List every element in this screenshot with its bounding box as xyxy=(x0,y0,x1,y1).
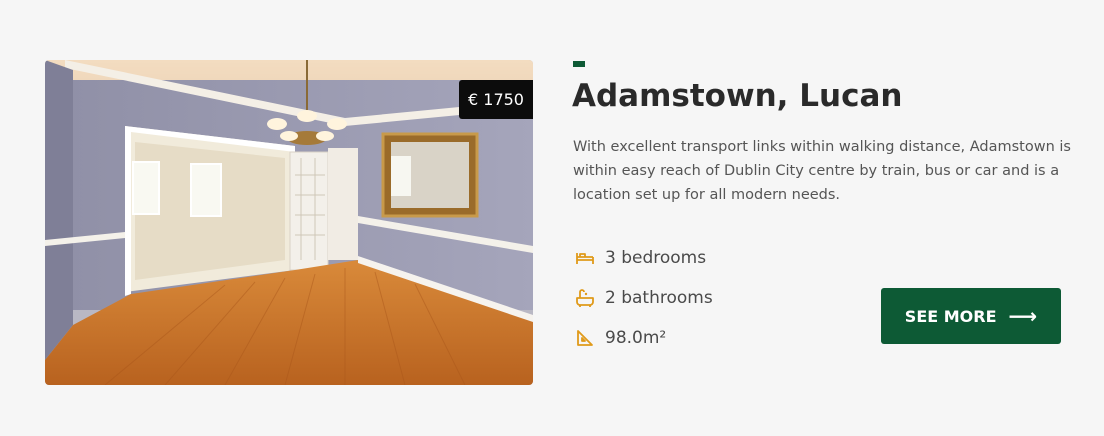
feature-bedrooms-text: 3 bedrooms xyxy=(605,248,707,268)
feature-bathrooms-text: 2 bathrooms xyxy=(605,288,713,308)
title-accent-bar xyxy=(573,61,585,67)
feature-list: 3 bedrooms 2 bathrooms 98.0m² xyxy=(574,238,713,358)
property-photo[interactable]: € 1750 xyxy=(45,60,533,385)
set-square-icon xyxy=(574,327,596,349)
feature-area: 98.0m² xyxy=(574,318,713,358)
arrow-right-icon: ⟶ xyxy=(1008,304,1038,328)
feature-bedrooms: 3 bedrooms xyxy=(574,238,713,278)
bed-icon xyxy=(574,247,596,269)
feature-bathrooms: 2 bathrooms xyxy=(574,278,713,318)
feature-area-text: 98.0m² xyxy=(605,328,667,348)
see-more-label: SEE MORE xyxy=(904,306,997,326)
listing-title: Adamstown, Lucan xyxy=(572,78,903,114)
listing-description: With excellent transport links within wa… xyxy=(573,139,1071,203)
price-badge: € 1750 xyxy=(459,80,533,119)
bathtub-icon xyxy=(574,287,596,309)
see-more-button[interactable]: SEE MORE ⟶ xyxy=(881,288,1061,344)
